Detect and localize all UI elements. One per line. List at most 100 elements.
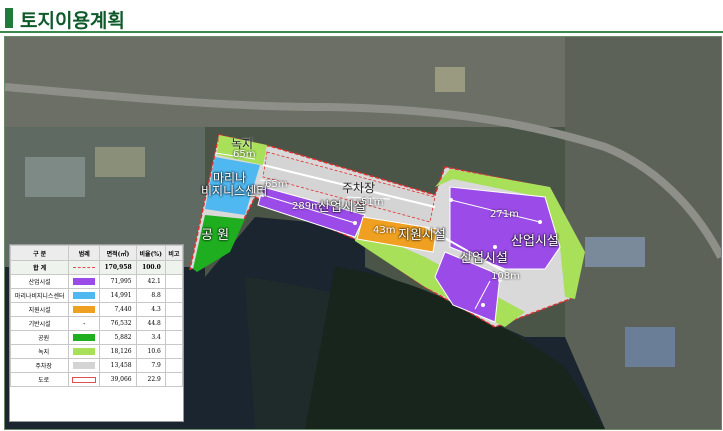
header-ratio: 비율(%) — [135, 245, 166, 261]
land-use-legend-table: 구 분 범례 면적(㎡) 비율(%) 비고 합 계 170,958 100.0 … — [9, 244, 184, 422]
row-ratio: 10.6 — [135, 344, 166, 359]
table-row: 주차장 13,458 7.9 — [9, 358, 184, 373]
row-name: 주차장 — [9, 358, 70, 373]
label-park: 공 원 — [201, 228, 230, 243]
row-name: 산업시설 — [9, 274, 70, 289]
dimension-marker — [353, 221, 357, 225]
row-name: 공원 — [9, 330, 70, 345]
legend-table: 구 분 범례 면적(㎡) 비율(%) 비고 합 계 170,958 100.0 … — [9, 245, 184, 387]
row-note — [164, 274, 184, 289]
row-note — [164, 260, 184, 275]
row-area: 170,958 — [99, 260, 137, 275]
table-row: 합 계 170,958 100.0 — [9, 260, 184, 275]
row-swatch — [68, 330, 101, 345]
row-ratio: 3.4 — [135, 330, 166, 345]
header-category: 구 분 — [9, 245, 70, 261]
header-divider — [0, 31, 723, 33]
row-ratio: 4.3 — [135, 302, 166, 317]
dimension-label: 65m — [265, 179, 288, 190]
swatch-industrial — [73, 278, 96, 285]
dimension-label: 43m — [373, 225, 396, 236]
sports-field — [435, 67, 465, 92]
row-note — [164, 316, 184, 331]
table-row: 마리나비지니스센터 14,991 8.8 — [9, 288, 184, 303]
dimension-marker — [538, 220, 542, 224]
row-ratio: 22.9 — [135, 372, 166, 387]
header-note: 비고 — [164, 245, 184, 261]
row-note — [164, 288, 184, 303]
row-swatch — [68, 344, 101, 359]
header-area: 면적(㎡) — [99, 245, 137, 261]
row-swatch — [68, 358, 101, 373]
dimension-label: 271m — [490, 209, 519, 220]
label-industrial-right-top: 산업시설 — [511, 234, 559, 249]
dimension-marker — [481, 303, 485, 307]
table-row: 지원시설 7,440 4.3 — [9, 302, 184, 317]
dimension-label: 289m — [292, 201, 321, 212]
row-ratio: 42.1 — [135, 274, 166, 289]
row-name: 지원시설 — [9, 302, 70, 317]
label-support: 지원시설 — [398, 228, 446, 243]
row-note — [164, 344, 184, 359]
container-yard — [625, 327, 675, 367]
row-swatch — [68, 274, 101, 289]
label-business-center: 비지니스센터 — [201, 184, 268, 198]
swatch-business-center — [73, 292, 96, 299]
table-row: 기반시설 - 76,532 44.8 — [9, 316, 184, 331]
row-area: 71,995 — [99, 274, 137, 289]
row-name: 기반시설 — [9, 316, 70, 331]
container-yard — [95, 147, 145, 177]
row-swatch — [68, 372, 101, 387]
row-ratio: 100.0 — [135, 260, 166, 275]
legend-header-row: 구 분 범례 면적(㎡) 비율(%) 비고 — [9, 245, 184, 261]
swatch-parking — [73, 362, 96, 369]
row-name: 도로 — [9, 372, 70, 387]
row-swatch: - — [68, 316, 101, 331]
row-area: 76,532 — [99, 316, 137, 331]
swatch-green — [73, 348, 96, 355]
page-title: 토지이용계획 — [20, 10, 125, 32]
container-yard — [585, 237, 645, 267]
row-name: 녹지 — [9, 344, 70, 359]
row-swatch — [68, 302, 101, 317]
header-legend: 범례 — [68, 245, 101, 261]
table-row: 녹지 18,126 10.6 — [9, 344, 184, 359]
row-note — [164, 372, 184, 387]
page-header: 토지이용계획 — [0, 0, 723, 34]
urban-area-right — [565, 37, 721, 429]
title-marker — [5, 8, 13, 28]
label-parking: 주차장 — [342, 181, 376, 195]
row-area: 18,126 — [99, 344, 137, 359]
dimension-marker — [493, 245, 497, 249]
row-ratio: 8.8 — [135, 288, 166, 303]
swatch-road — [72, 376, 97, 383]
label-marina: 마리나 — [213, 171, 247, 185]
table-row: 도로 39,066 22.9 — [9, 372, 184, 387]
dimension-label: 65m — [233, 149, 256, 160]
row-swatch — [68, 260, 101, 275]
dimension-label: 51m — [361, 197, 384, 208]
container-yard — [25, 157, 85, 197]
row-area: 39,066 — [99, 372, 137, 387]
row-area: 7,440 — [99, 302, 137, 317]
row-ratio: 7.9 — [135, 358, 166, 373]
row-ratio: 44.8 — [135, 316, 166, 331]
table-row: 산업시설 71,995 42.1 — [9, 274, 184, 289]
row-area: 14,991 — [99, 288, 137, 303]
label-industrial-left: 산업시설 — [318, 200, 366, 215]
row-swatch — [68, 288, 101, 303]
swatch-support — [73, 306, 96, 313]
label-industrial-right-bottom: 산업시설 — [460, 251, 508, 266]
row-area: 5,882 — [99, 330, 137, 345]
dimension-label: 108m — [491, 271, 520, 282]
swatch-total — [73, 267, 96, 268]
swatch-park — [73, 334, 96, 341]
row-note — [164, 358, 184, 373]
row-area: 13,458 — [99, 358, 137, 373]
row-note — [164, 330, 184, 345]
row-name: 마리나비지니스센터 — [9, 288, 70, 303]
dimension-marker — [449, 198, 453, 202]
row-note — [164, 302, 184, 317]
row-name: 합 계 — [9, 260, 70, 275]
table-row: 공원 5,882 3.4 — [9, 330, 184, 345]
